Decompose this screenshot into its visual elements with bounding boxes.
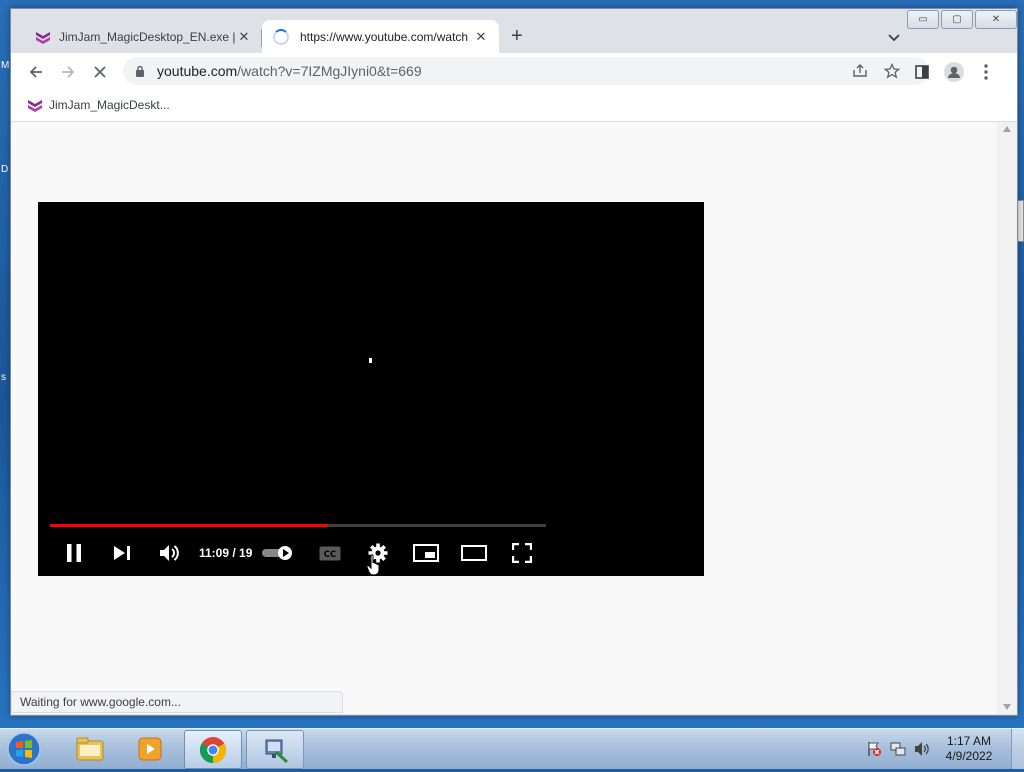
progress-bar[interactable] bbox=[50, 524, 546, 527]
tab-jimjam[interactable]: JimJam_MagicDesktop_EN.exe | S ✕ bbox=[25, 20, 262, 53]
scroll-down-arrow-icon[interactable] bbox=[1003, 704, 1011, 710]
bookmark-item[interactable]: JimJam_MagicDeskt... bbox=[27, 97, 170, 113]
profile-avatar-icon[interactable] bbox=[943, 61, 965, 83]
theater-icon[interactable] bbox=[460, 538, 488, 568]
time-display: 11:09 / 19 bbox=[199, 546, 253, 560]
bookmark-star-icon[interactable] bbox=[883, 62, 901, 80]
url-host: youtube.com bbox=[157, 63, 238, 79]
desktop-icon-label: D bbox=[1, 164, 9, 175]
network-app-icon bbox=[265, 739, 289, 763]
share-icon[interactable] bbox=[851, 62, 869, 80]
loading-spinner-icon bbox=[273, 28, 289, 45]
back-icon[interactable] bbox=[25, 61, 47, 83]
menu-kebab-icon[interactable] bbox=[975, 61, 997, 83]
taskbar: 1:17 AM 4/9/2022 bbox=[0, 728, 1024, 769]
stop-loading-icon[interactable] bbox=[89, 61, 111, 83]
start-button[interactable] bbox=[6, 731, 46, 767]
show-desktop-button[interactable] bbox=[1011, 729, 1024, 769]
pause-icon[interactable] bbox=[64, 538, 84, 568]
chrome-window: ▭ ▢ ✕ JimJam_MagicDesktop_EN.exe | S ✕ h… bbox=[10, 8, 1018, 716]
clock[interactable]: 1:17 AM 4/9/2022 bbox=[936, 734, 1002, 764]
status-bubble: Waiting for www.google.com... bbox=[11, 691, 343, 713]
action-center-flag-icon[interactable] bbox=[866, 741, 882, 757]
clock-date: 4/9/2022 bbox=[945, 749, 993, 763]
tab-strip: JimJam_MagicDesktop_EN.exe | S ✕ https:/… bbox=[11, 9, 1017, 53]
video-player[interactable]: 11:09 / 19 CC bbox=[38, 202, 704, 576]
taskbar-chrome[interactable] bbox=[184, 730, 242, 769]
url-path: /watch?v=7IZMgJIyni0&t=669 bbox=[237, 63, 422, 79]
volume-tray-icon[interactable] bbox=[914, 741, 930, 757]
autoplay-toggle[interactable] bbox=[262, 546, 294, 560]
tab-close-icon[interactable]: ✕ bbox=[236, 29, 252, 45]
scroll-up-arrow-icon[interactable] bbox=[1003, 126, 1011, 132]
volume-icon[interactable] bbox=[158, 538, 182, 568]
system-tray: 1:17 AM 4/9/2022 bbox=[860, 729, 1024, 769]
address-bar[interactable]: youtube.com/watch?v=7IZMgJIyni0&t=669 bbox=[123, 57, 929, 85]
page-content: 11:09 / 19 CC bbox=[11, 122, 997, 714]
tab-title: https://www.youtube.com/watch bbox=[300, 29, 469, 44]
windows-orb-icon bbox=[7, 732, 41, 766]
lock-icon[interactable] bbox=[135, 65, 145, 77]
jimjam-logo-icon bbox=[36, 31, 50, 44]
svg-text:CC: CC bbox=[324, 550, 336, 560]
chrome-icon bbox=[199, 736, 227, 763]
tab-youtube[interactable]: https://www.youtube.com/watch ✕ bbox=[262, 20, 499, 53]
hand-cursor-icon bbox=[366, 554, 380, 576]
jimjam-logo-icon bbox=[28, 100, 42, 112]
desktop-icon-label: s bbox=[1, 372, 6, 383]
network-icon[interactable] bbox=[890, 741, 906, 757]
tab-close-icon[interactable]: ✕ bbox=[473, 29, 489, 45]
toolbar: youtube.com/watch?v=7IZMgJIyni0&t=669 bbox=[11, 53, 1017, 90]
vertical-scrollbar[interactable] bbox=[997, 122, 1017, 714]
forward-icon[interactable] bbox=[57, 61, 79, 83]
taskbar-network-app[interactable] bbox=[246, 730, 304, 769]
fullscreen-icon[interactable] bbox=[510, 538, 534, 568]
desktop-icon-label: M bbox=[1, 60, 10, 71]
bookmarks-bar: JimJam_MagicDeskt... bbox=[11, 90, 1017, 122]
tab-search-chevron-icon[interactable] bbox=[887, 33, 901, 43]
new-tab-icon[interactable]: + bbox=[511, 26, 523, 46]
bookmark-label: JimJam_MagicDeskt... bbox=[49, 98, 170, 112]
miniplayer-icon[interactable] bbox=[412, 538, 440, 568]
taskbar-explorer[interactable] bbox=[62, 730, 118, 767]
url-text: youtube.com/watch?v=7IZMgJIyni0&t=669 bbox=[157, 63, 422, 79]
taskbar-media-player[interactable] bbox=[122, 730, 178, 767]
next-icon[interactable] bbox=[112, 538, 132, 568]
tab-title: JimJam_MagicDesktop_EN.exe | S bbox=[59, 29, 236, 44]
clock-time: 1:17 AM bbox=[946, 734, 992, 748]
progress-played bbox=[50, 524, 328, 527]
side-panel-icon[interactable] bbox=[911, 61, 933, 83]
windows-explorer-icon bbox=[76, 737, 104, 760]
cc-icon[interactable]: CC bbox=[318, 538, 342, 568]
buffering-indicator bbox=[369, 358, 372, 363]
media-player-icon bbox=[138, 737, 162, 760]
